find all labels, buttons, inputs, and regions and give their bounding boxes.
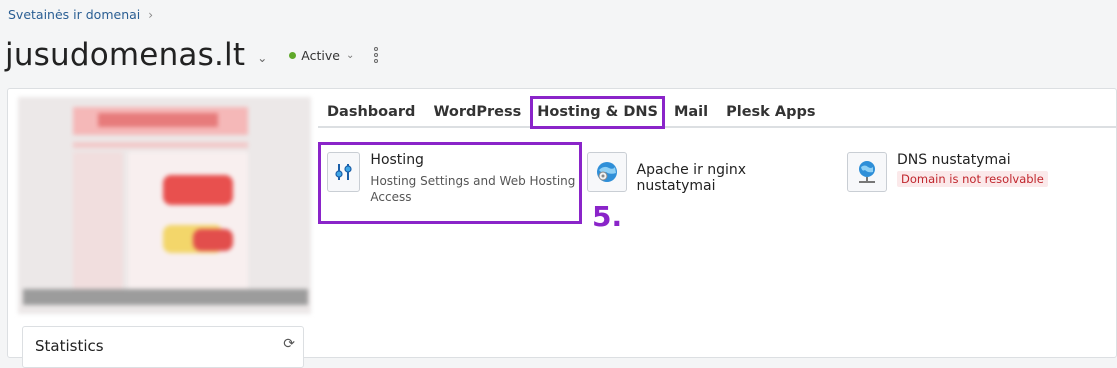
apache-globe-gear-icon — [587, 152, 627, 192]
status-dropdown[interactable]: Active ⌄ — [289, 48, 354, 63]
dns-error-badge: Domain is not resolvable — [897, 171, 1048, 187]
refresh-icon[interactable]: ⟳ — [283, 336, 295, 352]
breadcrumb-link-sites[interactable]: Svetainės ir domenai — [8, 7, 140, 22]
title-row: jusudomenas.lt ⌄ Active ⌄ — [5, 30, 380, 80]
dns-card-title[interactable]: DNS nustatymai — [897, 152, 1048, 168]
site-preview-thumbnail[interactable] — [18, 97, 311, 314]
tab-dashboard[interactable]: Dashboard — [318, 98, 424, 126]
statistics-title: Statistics — [35, 337, 104, 355]
status-label: Active — [301, 47, 340, 63]
apache-card-title[interactable]: Apache ir nginx nustatymai — [637, 162, 828, 194]
statistics-panel: Statistics ⟳ — [22, 326, 304, 368]
apache-nginx-card[interactable]: Apache ir nginx nustatymai — [587, 152, 827, 194]
status-dot-icon — [289, 51, 297, 59]
tab-plesk-apps[interactable]: Plesk Apps — [717, 98, 824, 126]
tab-hosting-dns[interactable]: Hosting & DNS — [530, 96, 665, 129]
dns-settings-card[interactable]: DNS nustatymai Domain is not resolvable — [847, 152, 1107, 192]
chevron-right-icon: › — [148, 7, 154, 22]
dns-network-icon — [847, 152, 887, 192]
tab-mail[interactable]: Mail — [665, 98, 717, 126]
breadcrumb: Svetainės ir domenai › — [8, 7, 153, 22]
more-actions-icon[interactable] — [374, 47, 380, 63]
chevron-down-icon: ⌄ — [345, 49, 355, 61]
chevron-down-icon[interactable]: ⌄ — [257, 51, 267, 65]
tab-wordpress[interactable]: WordPress — [424, 98, 530, 126]
step-annotation: 5. — [592, 200, 623, 233]
tab-bar: Dashboard WordPress Hosting & DNS Mail P… — [318, 96, 1117, 129]
step-highlight-box — [318, 142, 582, 224]
page-title: jusudomenas.lt — [5, 37, 246, 73]
